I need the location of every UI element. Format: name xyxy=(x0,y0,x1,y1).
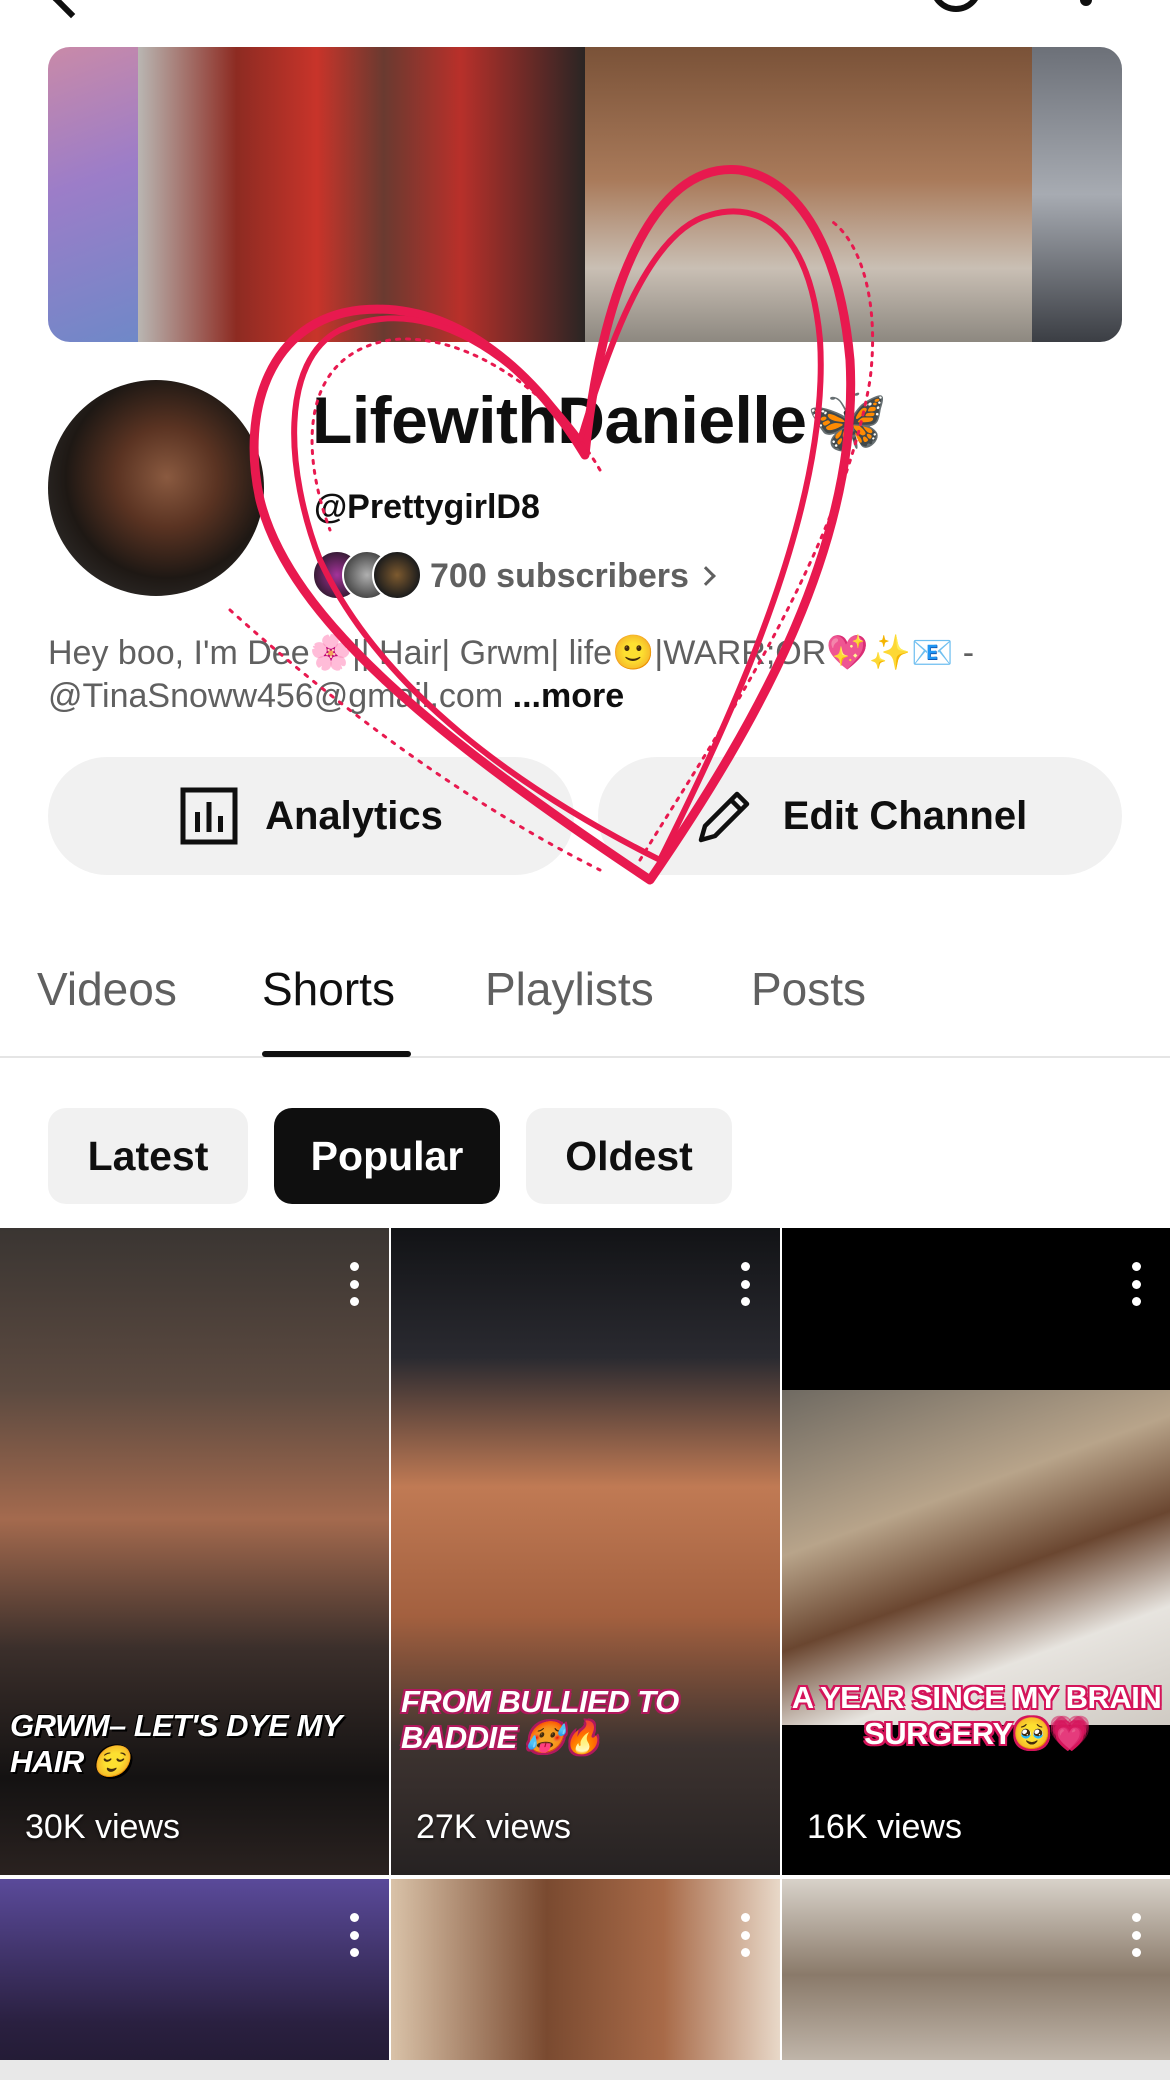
tab-shorts[interactable]: Shorts xyxy=(262,962,395,1016)
channel-handle: @PrettygirlD8 xyxy=(314,488,540,526)
edit-channel-button[interactable]: Edit Channel xyxy=(598,757,1122,875)
subscriber-count: 700 subscribers xyxy=(430,556,689,595)
back-arrow-icon[interactable] xyxy=(49,0,93,19)
bottom-nav-edge xyxy=(0,2060,1170,2080)
search-icon[interactable] xyxy=(930,0,982,12)
banner-photo xyxy=(585,47,1032,342)
banner-photo xyxy=(1032,47,1122,342)
banner-photo xyxy=(48,47,138,342)
more-vert-icon[interactable] xyxy=(349,1262,359,1306)
more-link[interactable]: ...more xyxy=(513,677,624,715)
shorts-grid: GRWM– LET'S DYE MY HAIR 😌 30K views FROM… xyxy=(0,1228,1170,2080)
channel-name: LifewithDanielle🦋 xyxy=(312,383,889,457)
more-vert-icon[interactable] xyxy=(1131,1913,1141,1957)
more-vert-icon[interactable] xyxy=(349,1913,359,1957)
more-vert-icon[interactable] xyxy=(740,1913,750,1957)
chevron-right-icon xyxy=(696,566,716,586)
short-overlay-text: FROM BULLIED TO BADDIE 🥵🔥 xyxy=(401,1684,679,1755)
short-overlay-text: GRWM– LET'S DYE MY HAIR 😌 xyxy=(10,1708,342,1779)
chip-latest[interactable]: Latest xyxy=(48,1108,248,1204)
short-photo xyxy=(782,1390,1170,1725)
short-thumbnail[interactable] xyxy=(0,1879,389,2080)
channel-description-text: Hey boo, I'm Dee🌸|| Hair| Grwm| life🙂|WA… xyxy=(48,634,975,715)
pencil-icon xyxy=(698,791,750,843)
top-app-bar xyxy=(0,0,1170,19)
subscriber-avatars xyxy=(312,550,424,602)
more-vert-icon[interactable] xyxy=(1080,0,1092,6)
short-thumbnail[interactable]: FROM BULLIED TO BADDIE 🥵🔥 27K views xyxy=(391,1228,780,1875)
channel-tabs: Videos Shorts Playlists Posts xyxy=(0,950,1170,1058)
analytics-icon xyxy=(180,787,238,845)
short-overlay-text: A YEAR SINCE MY BRAIN SURGERY🥹💗 xyxy=(791,1680,1162,1751)
short-views: 30K views xyxy=(25,1808,180,1846)
edit-channel-label: Edit Channel xyxy=(782,793,1028,838)
subscribers-link[interactable]: 700 subscribers xyxy=(312,550,716,602)
short-thumbnail[interactable]: A YEAR SINCE MY BRAIN SURGERY🥹💗 16K view… xyxy=(782,1228,1170,1875)
active-tab-indicator xyxy=(262,1051,411,1057)
channel-avatar[interactable] xyxy=(48,380,264,596)
tab-videos[interactable]: Videos xyxy=(37,962,177,1016)
tab-posts[interactable]: Posts xyxy=(751,962,866,1016)
more-vert-icon[interactable] xyxy=(1131,1262,1141,1306)
analytics-button[interactable]: Analytics xyxy=(48,757,574,875)
analytics-label: Analytics xyxy=(265,793,443,838)
short-thumbnail[interactable] xyxy=(391,1879,780,2080)
banner-photo xyxy=(138,47,585,342)
short-thumbnail[interactable] xyxy=(782,1879,1170,2080)
channel-description[interactable]: Hey boo, I'm Dee🌸|| Hair| Grwm| life🙂|WA… xyxy=(48,632,1128,718)
short-views: 27K views xyxy=(416,1808,571,1846)
chip-oldest[interactable]: Oldest xyxy=(526,1108,732,1204)
channel-banner xyxy=(48,47,1122,342)
tab-playlists[interactable]: Playlists xyxy=(485,962,654,1016)
chip-popular[interactable]: Popular xyxy=(274,1108,500,1204)
subscriber-avatar xyxy=(372,550,422,600)
more-vert-icon[interactable] xyxy=(740,1262,750,1306)
short-views: 16K views xyxy=(807,1808,962,1846)
short-thumbnail[interactable]: GRWM– LET'S DYE MY HAIR 😌 30K views xyxy=(0,1228,389,1875)
